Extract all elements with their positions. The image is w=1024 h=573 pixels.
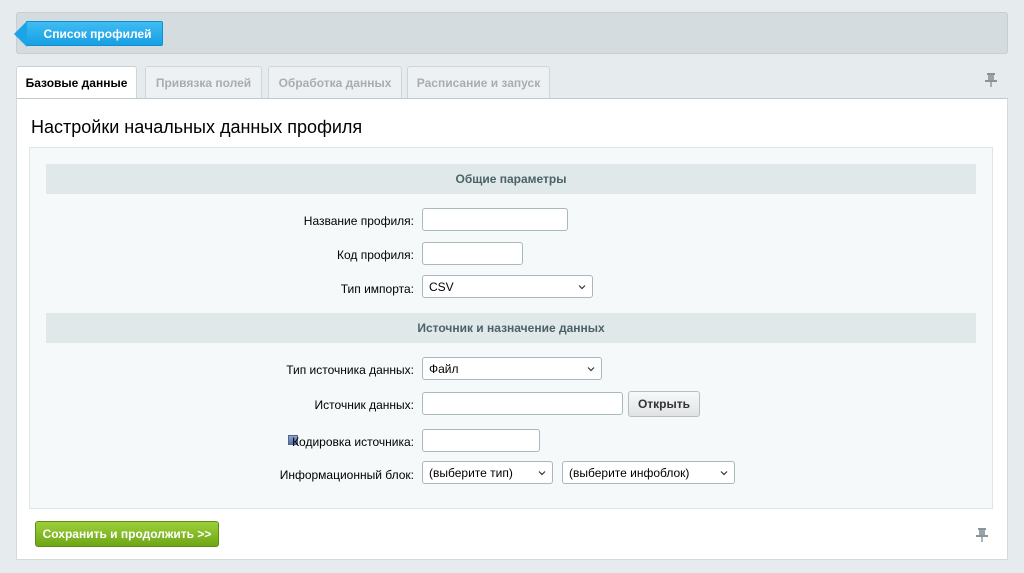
iblock-label: Информационный блок:: [279, 468, 414, 482]
profile-code-input[interactable]: [422, 242, 523, 265]
data-source-input[interactable]: [422, 392, 623, 415]
tab-schedule-launch[interactable]: Расписание и запуск: [407, 66, 550, 98]
source-type-label: Тип источника данных:: [286, 363, 414, 377]
import-type-value: CSV: [429, 279, 454, 294]
pin-icon[interactable]: [975, 527, 989, 543]
import-type-select[interactable]: CSV: [422, 275, 593, 298]
page-title: Настройки начальных данных профиля: [31, 117, 363, 137]
source-type-value: Файл: [429, 361, 459, 376]
source-type-select[interactable]: Файл: [422, 357, 602, 380]
section-source-header: Источник и назначение данных: [46, 313, 976, 343]
save-continue-button[interactable]: Сохранить и продолжить >>: [35, 521, 219, 547]
chevron-down-icon: [578, 285, 586, 290]
tab-field-binding[interactable]: Привязка полей: [145, 66, 262, 98]
iblock-select[interactable]: (выберите инфоблок): [562, 461, 735, 484]
pin-icon[interactable]: [984, 72, 998, 88]
chevron-down-icon: [720, 471, 728, 476]
settings-form: Общие параметры Название профиля: Код пр…: [29, 147, 993, 509]
iblock-value: (выберите инфоблок): [569, 465, 690, 480]
profile-code-label: Код профиля:: [337, 248, 414, 262]
data-source-label: Источник данных:: [314, 398, 414, 412]
main-content: Настройки начальных данных профиля Общие…: [16, 98, 1008, 560]
encoding-label: Кодировка источника:: [292, 435, 414, 449]
chevron-down-icon: [538, 471, 546, 476]
encoding-input[interactable]: [422, 429, 540, 452]
tab-bar: Базовые данные Привязка полей Обработка …: [16, 66, 1008, 99]
section-general-header: Общие параметры: [46, 164, 976, 194]
chevron-down-icon: [587, 367, 595, 372]
profile-list-button[interactable]: Список профилей: [14, 21, 163, 47]
profile-name-label: Название профиля:: [303, 214, 414, 228]
open-button[interactable]: Открыть: [628, 391, 700, 417]
iblock-type-select[interactable]: (выберите тип): [422, 461, 553, 484]
iblock-type-value: (выберите тип): [429, 465, 513, 480]
import-type-label: Тип импорта:: [340, 282, 414, 296]
top-toolbar: Список профилей: [14, 12, 1008, 54]
tab-base-data[interactable]: Базовые данные: [16, 66, 137, 99]
tab-data-processing[interactable]: Обработка данных: [268, 66, 402, 98]
profile-name-input[interactable]: [422, 208, 568, 231]
